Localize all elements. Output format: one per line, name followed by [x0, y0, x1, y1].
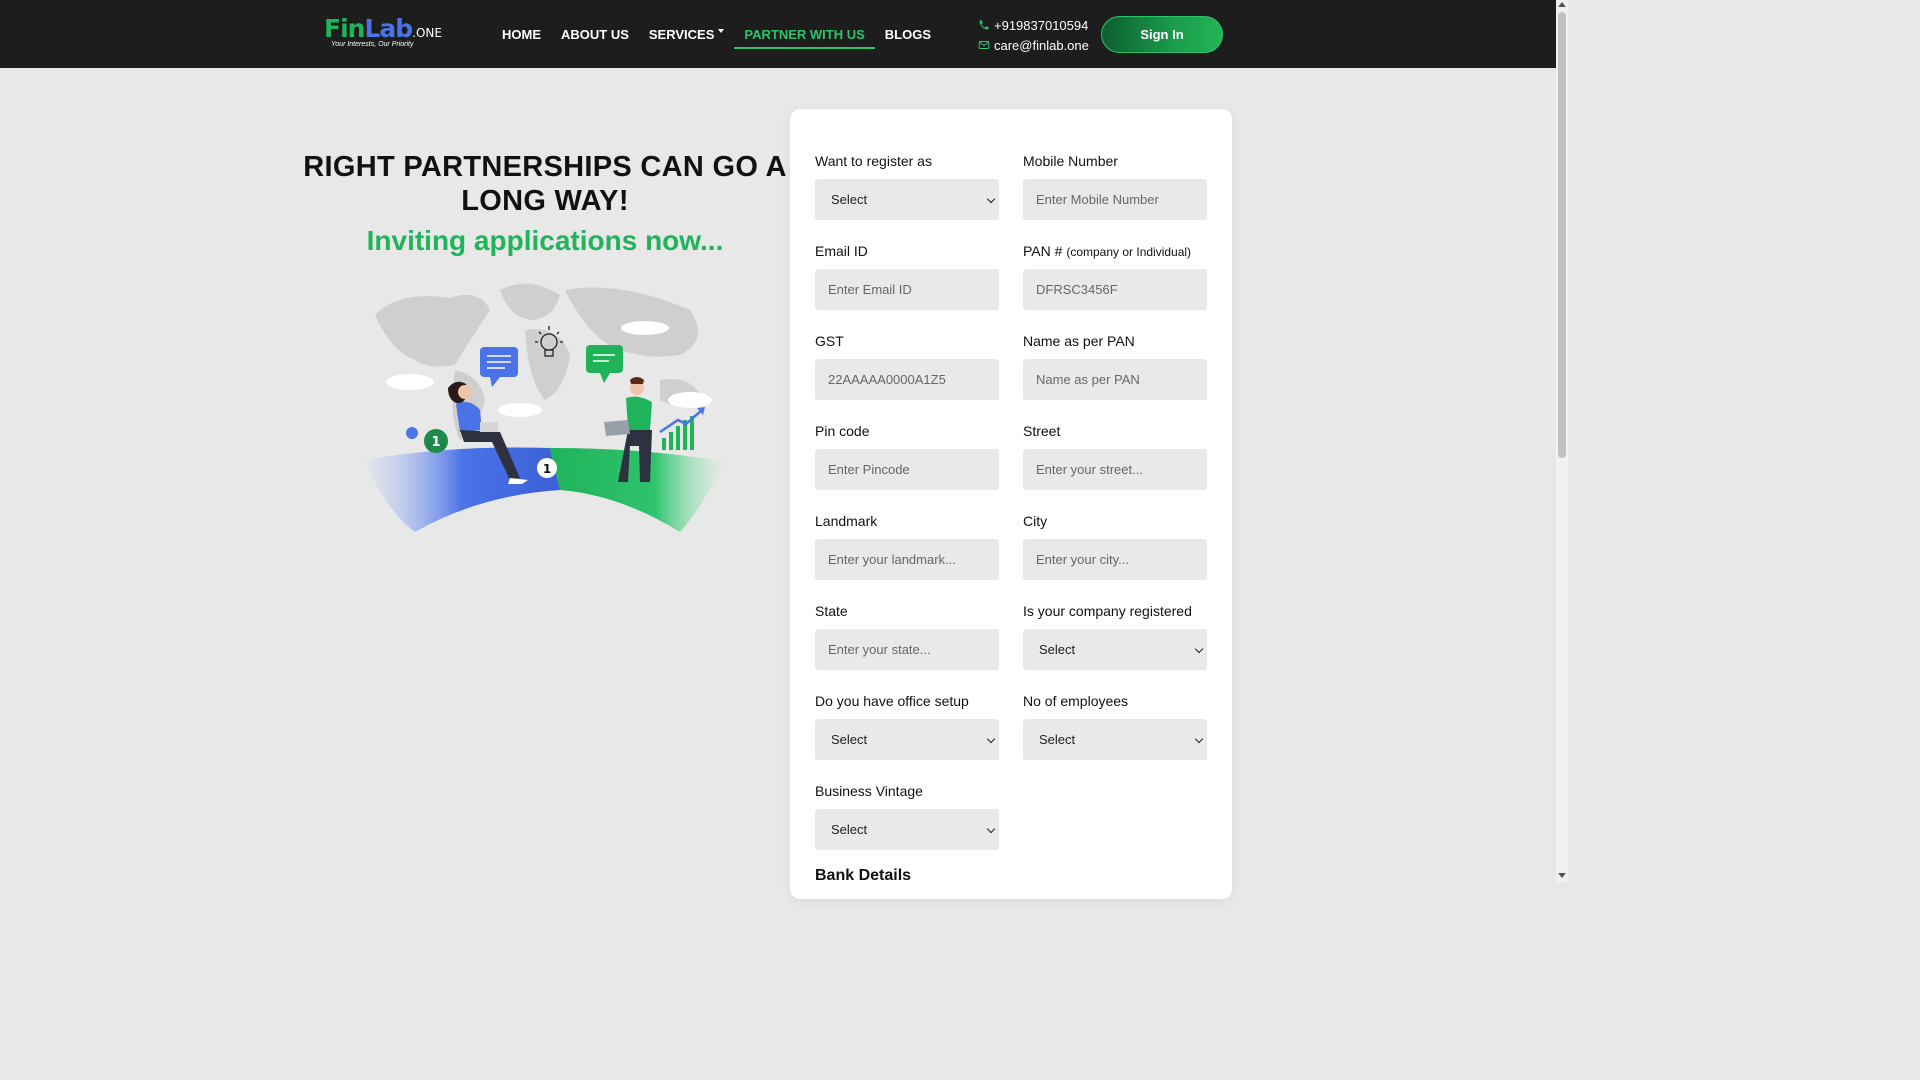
- puzzle-ground-green: [550, 448, 725, 532]
- street-label: Street: [1023, 423, 1061, 439]
- landmark-label: Landmark: [815, 513, 878, 529]
- page-scrollbar[interactable]: [1556, 0, 1568, 882]
- finlab-logo[interactable]: FinLab.ONE Your Interests, Our Priority: [324, 14, 444, 54]
- employees-select[interactable]: Select: [1023, 719, 1207, 760]
- nav-about-us[interactable]: ABOUT US: [551, 0, 639, 68]
- mobile-number-field: Mobile Number Enter Mobile Number: [1023, 151, 1207, 220]
- partner-registration-form: Want to register as Select Mobile Number…: [790, 109, 1232, 899]
- chevron-down-icon: [986, 734, 996, 744]
- register-as-field: Want to register as Select: [815, 151, 999, 220]
- bank-details-heading: Bank Details: [815, 867, 912, 884]
- company-registered-select[interactable]: Select: [1023, 629, 1207, 670]
- chat-bubble-green-icon: [586, 345, 623, 383]
- state-input[interactable]: Enter your state...: [815, 629, 999, 670]
- register-as-select[interactable]: Select: [815, 179, 999, 220]
- pincode-input[interactable]: Enter Pincode: [815, 449, 999, 490]
- office-setup-field: Do you have office setup Select: [815, 691, 999, 760]
- email-label: Email ID: [815, 243, 868, 259]
- business-vintage-label: Business Vintage: [815, 783, 923, 799]
- city-input[interactable]: Enter your city...: [1023, 539, 1207, 580]
- business-vintage-select[interactable]: Select: [815, 809, 999, 850]
- name-as-per-pan-field: Name as per PAN Name as per PAN: [1023, 331, 1207, 400]
- pan-field: PAN # (company or Individual) DFRSC3456F: [1023, 241, 1207, 310]
- scrollbar-thumb[interactable]: [1558, 12, 1566, 458]
- hero-subtitle: Inviting applications now...: [366, 225, 724, 256]
- email-field: Email ID Enter Email ID: [815, 241, 999, 310]
- scroll-down-arrow-icon[interactable]: [1558, 873, 1566, 878]
- company-registered-field: Is your company registered Select: [1023, 601, 1207, 670]
- mobile-number-label: Mobile Number: [1023, 153, 1118, 169]
- pan-label-note: (company or Individual): [1066, 245, 1192, 259]
- nav-partner-with-us[interactable]: PARTNER WITH US: [734, 0, 876, 68]
- gst-input[interactable]: 22AAAAA0000A1Z5: [815, 359, 999, 400]
- state-field: State Enter your state...: [815, 601, 999, 670]
- employees-field: No of employees Select: [1023, 691, 1207, 760]
- chevron-down-icon: [986, 824, 996, 834]
- puzzle-ground-blue: [365, 447, 560, 532]
- chevron-down-icon: [986, 194, 996, 204]
- scroll-up-arrow-icon[interactable]: [1558, 2, 1566, 7]
- phone-icon: [979, 20, 989, 30]
- company-registered-label: Is your company registered: [1023, 603, 1192, 619]
- landmark-input[interactable]: Enter your landmark...: [815, 539, 999, 580]
- name-as-per-pan-label: Name as per PAN: [1023, 333, 1135, 349]
- register-as-label: Want to register as: [815, 153, 932, 169]
- name-as-per-pan-input[interactable]: Name as per PAN: [1023, 359, 1207, 400]
- street-input[interactable]: Enter your street...: [1023, 449, 1207, 490]
- chat-bubble-blue-icon: [480, 347, 518, 387]
- nav-services[interactable]: SERVICES: [639, 0, 735, 68]
- contact-info: +919837010594 care@finlab.one: [978, 15, 1089, 55]
- badge-number-2: 1: [543, 462, 551, 476]
- caret-down-icon: [718, 29, 725, 33]
- employees-label: No of employees: [1023, 693, 1129, 709]
- office-setup-select[interactable]: Select: [815, 719, 999, 760]
- chevron-down-icon: [1194, 734, 1204, 744]
- pan-input[interactable]: DFRSC3456F: [1023, 269, 1207, 310]
- gst-field: GST 22AAAAA0000A1Z5: [815, 331, 999, 400]
- growth-chart-icon: [659, 407, 705, 450]
- chevron-down-icon: [1194, 644, 1204, 654]
- contact-phone[interactable]: +919837010594: [978, 15, 1089, 35]
- logo-tagline: Your Interests, Our Priority: [331, 41, 414, 48]
- nav-blogs[interactable]: BLOGS: [875, 0, 941, 68]
- city-field: City Enter your city...: [1023, 511, 1207, 580]
- gst-label: GST: [815, 333, 844, 349]
- mobile-number-input[interactable]: Enter Mobile Number: [1023, 179, 1207, 220]
- mail-icon: [978, 41, 990, 49]
- logo-wordmark: FinLab.ONE: [324, 14, 442, 43]
- email-input[interactable]: Enter Email ID: [815, 269, 999, 310]
- office-setup-label: Do you have office setup: [815, 693, 969, 709]
- street-field: Street Enter your street...: [1023, 421, 1207, 490]
- world-map: [375, 283, 700, 440]
- nav-home[interactable]: HOME: [492, 0, 551, 68]
- badge-number-1: 1: [431, 435, 440, 450]
- state-label: State: [815, 603, 848, 619]
- contact-email[interactable]: care@finlab.one: [978, 35, 1089, 55]
- sign-in-button[interactable]: Sign In: [1101, 16, 1223, 53]
- hero-title: RIGHT PARTNERSHIPS CAN GO A LONG WAY!: [303, 151, 787, 217]
- landmark-field: Landmark Enter your landmark...: [815, 511, 999, 580]
- main-nav: HOME ABOUT US SERVICES PARTNER WITH US B…: [492, 0, 941, 68]
- pan-label: PAN # (company or Individual): [1023, 243, 1192, 259]
- pincode-field: Pin code Enter Pincode: [815, 421, 999, 490]
- city-label: City: [1023, 513, 1048, 529]
- business-vintage-field: Business Vintage Select: [815, 781, 999, 850]
- partnership-illustration: 1 1: [365, 283, 725, 532]
- pincode-label: Pin code: [815, 423, 870, 439]
- navbar: FinLab.ONE Your Interests, Our Priority …: [0, 0, 1556, 68]
